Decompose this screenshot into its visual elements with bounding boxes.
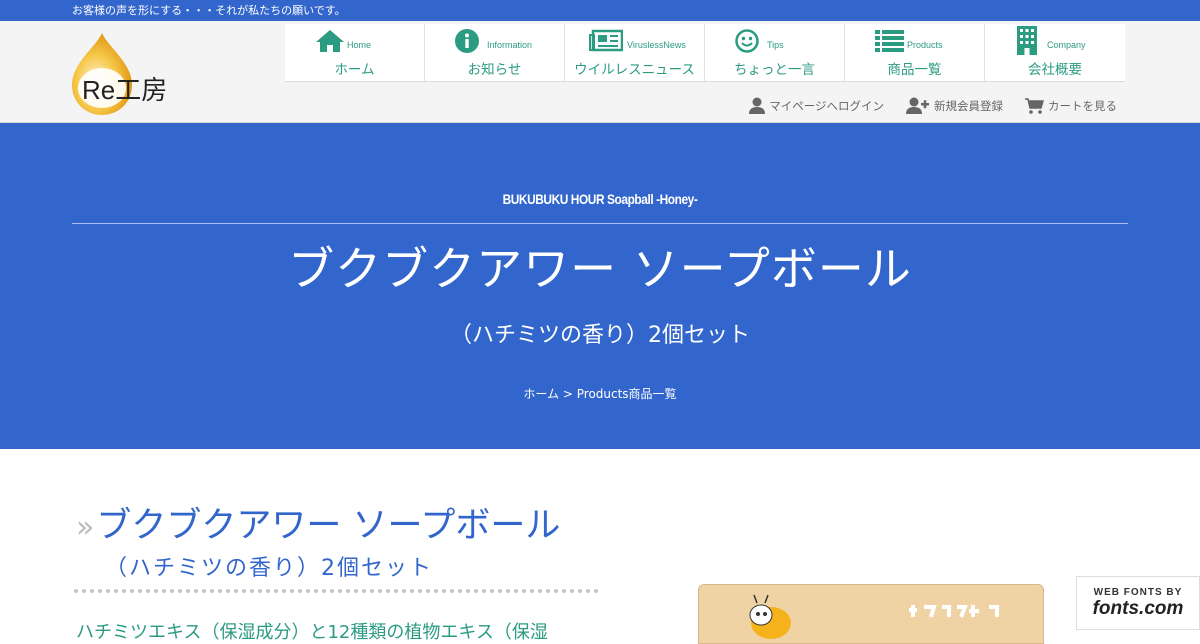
dotted-divider [72, 588, 600, 594]
nav-jp-label: ウイルレスニュース [574, 62, 695, 78]
smile-icon [735, 29, 759, 53]
page-title-secondary: （ハチミツの香り）2個セット [105, 556, 433, 581]
user-plus-icon [906, 97, 929, 114]
hero-subtitle: BUKUBUKU HOUR Soapball -Honey- [502, 191, 698, 207]
main-nav: Home ホーム Information お知らせ ViruslessNews … [285, 24, 1125, 82]
mypage-login-link[interactable]: マイページへログイン [749, 97, 884, 114]
nav-jp-label: お知らせ [467, 62, 522, 78]
cart-icon [1025, 97, 1044, 114]
nav-item-tips[interactable]: Tips ちょっと一言 [705, 24, 845, 82]
site-header: Re工房 Home ホーム Information お知らせ Virusless… [0, 21, 1200, 123]
breadcrumb[interactable]: ホーム > Products商品一覧 [0, 385, 1200, 402]
nav-item-products[interactable]: Products 商品一覧 [845, 24, 985, 82]
product-image [698, 584, 1044, 644]
nav-en-label: Information [487, 40, 533, 50]
building-icon [1017, 26, 1037, 55]
user-links: マイページへログイン 新規会員登録 カートを見る [749, 97, 1117, 114]
nav-en-label: Home [347, 40, 372, 50]
nav-item-virusless-news[interactable]: ViruslessNews ウイルレスニュース [565, 24, 705, 82]
register-label: 新規会員登録 [934, 98, 1003, 113]
nav-en-label: Company [1047, 40, 1086, 50]
nav-jp-label: 商品一覧 [887, 62, 942, 78]
list-icon [875, 30, 904, 52]
badge-bottom-text: fonts.com [1092, 598, 1184, 619]
cart-link[interactable]: カートを見る [1025, 97, 1117, 114]
nav-en-label: Products [907, 40, 943, 50]
nav-item-home[interactable]: Home ホーム [285, 24, 425, 82]
nav-jp-label: ちょっと一言 [734, 62, 815, 78]
logo-text: Re工房 [82, 75, 168, 105]
home-icon [316, 30, 344, 52]
web-fonts-badge[interactable]: WEB FONTS BY fonts.com [1076, 576, 1200, 630]
cart-label: カートを見る [1048, 98, 1117, 113]
tagline-text: お客様の声を形にする・・・それが私たちの願いです。 [72, 4, 346, 17]
site-logo[interactable]: Re工房 [72, 33, 197, 117]
hero-title: ブクブクアワー ソープボール [288, 242, 912, 296]
register-link[interactable]: 新規会員登録 [906, 97, 1003, 114]
nav-en-label: ViruslessNews [627, 40, 686, 50]
newspaper-icon [589, 29, 623, 52]
nav-item-company[interactable]: Company 会社概要 [985, 24, 1125, 82]
mypage-login-label: マイページへログイン [769, 98, 884, 113]
top-tagline-bar: お客様の声を形にする・・・それが私たちの願いです。 [0, 0, 1200, 21]
nav-item-information[interactable]: Information お知らせ [425, 24, 565, 82]
hero-banner: BUKUBUKU HOUR Soapball -Honey- ブクブクアワー ソ… [0, 123, 1200, 449]
product-description: ハチミツエキス（保湿成分）と12種類の植物エキス（保湿 [76, 622, 548, 643]
bee-illustration-icon [699, 585, 1043, 643]
hero-divider [72, 223, 1128, 224]
hero-title-secondary: （ハチミツの香り）2個セット [450, 323, 750, 348]
page-title-text: ブクブクアワー ソープボール [96, 506, 561, 546]
title-raquo-icon: » [76, 510, 95, 545]
nav-jp-label: ホーム [334, 62, 375, 78]
user-icon [749, 97, 766, 114]
nav-en-label: Tips [767, 40, 784, 50]
nav-jp-label: 会社概要 [1028, 62, 1082, 78]
badge-top-text: WEB FONTS BY [1093, 587, 1183, 598]
page-title: »ブクブクアワー ソープボール [76, 497, 560, 548]
info-icon [455, 29, 479, 53]
